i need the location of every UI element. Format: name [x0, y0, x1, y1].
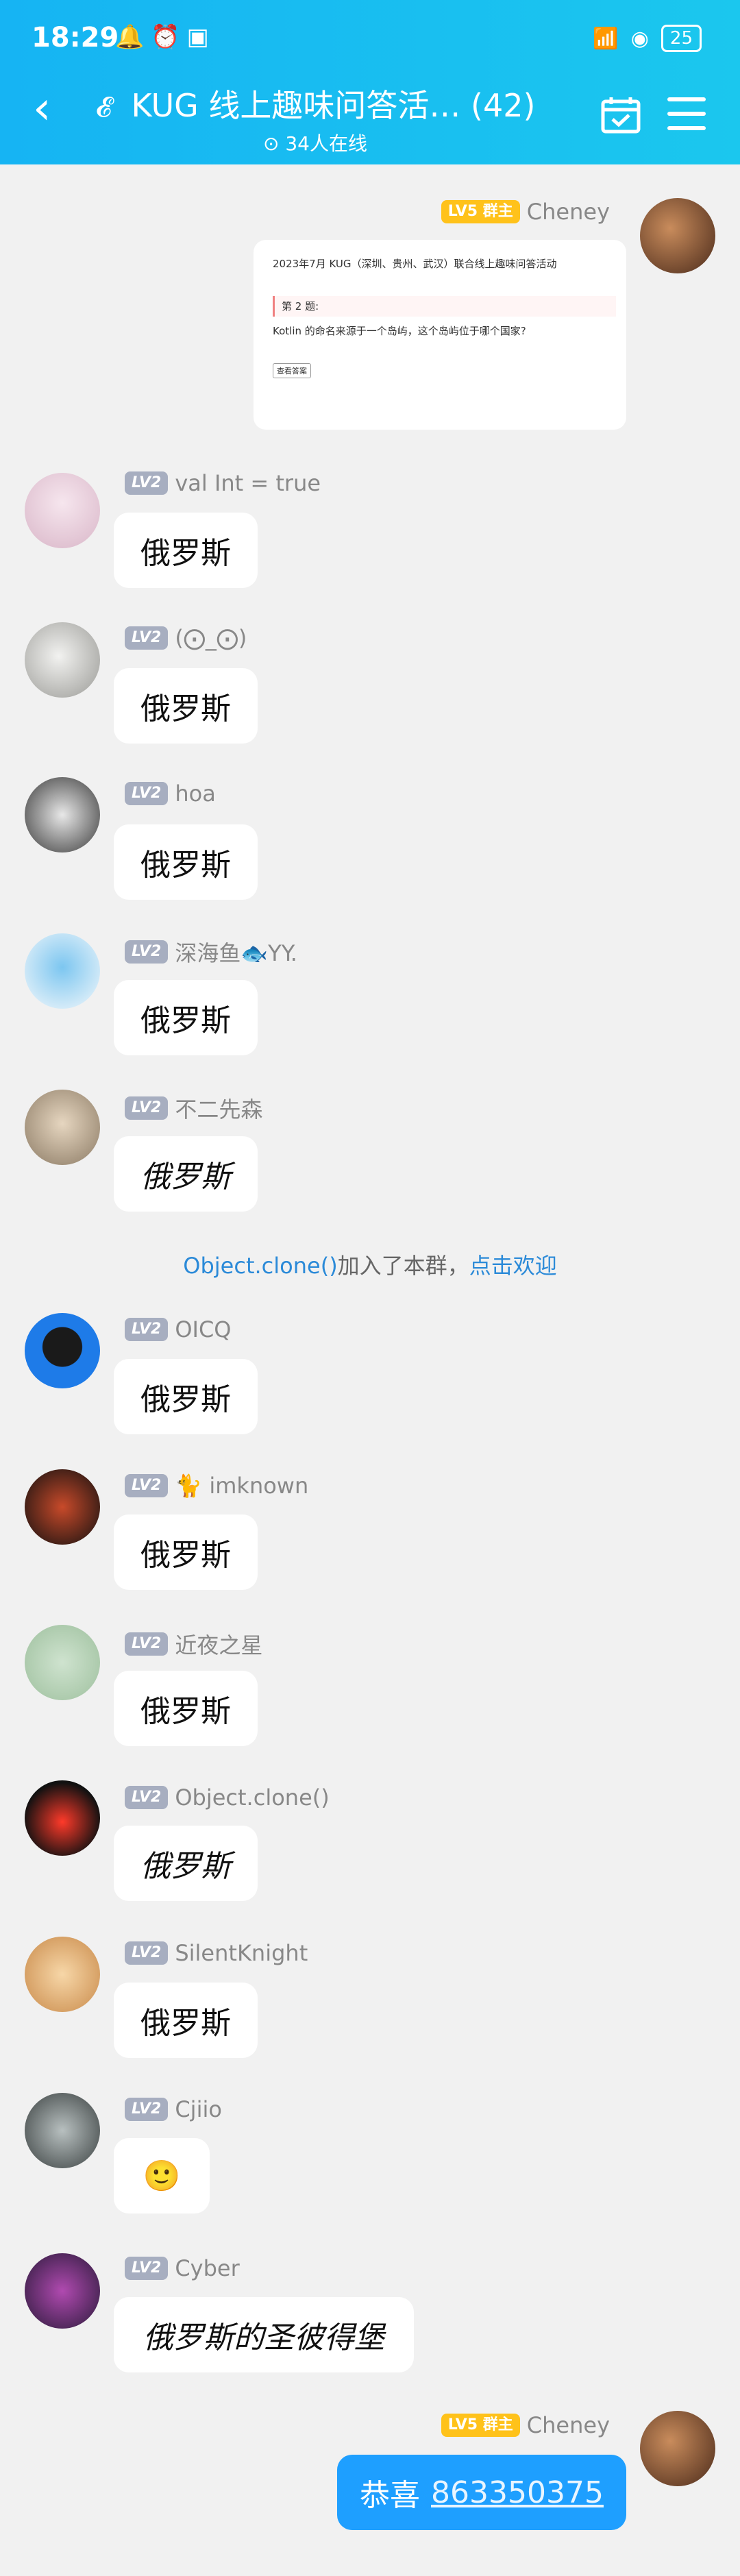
- sender-name: 深海鱼🐟YY.: [175, 940, 297, 966]
- sender-meta: LV2 Object.clone(): [125, 1784, 330, 1811]
- message-bubble[interactable]: 俄罗斯: [114, 1826, 258, 1901]
- sender-meta: LV2 不二先森: [125, 1092, 262, 1124]
- avatar[interactable]: [25, 1469, 100, 1545]
- message-bubble[interactable]: 俄罗斯: [114, 980, 258, 1055]
- level-badge: LV2: [125, 782, 169, 805]
- battery-indicator: 25: [661, 25, 702, 52]
- signal-icon: 📶: [593, 26, 619, 51]
- qq-number-link[interactable]: 863350375: [431, 2475, 604, 2510]
- wifi-icon: ◉: [630, 26, 649, 51]
- menu-line: [667, 126, 706, 130]
- menu-button[interactable]: [667, 97, 706, 133]
- card-answer-button[interactable]: 查看答案: [273, 363, 311, 378]
- avatar[interactable]: [25, 1780, 100, 1856]
- avatar[interactable]: [25, 2253, 100, 2329]
- calendar-check-icon: [601, 97, 641, 134]
- ear-icon: 𝓔: [96, 92, 112, 123]
- avatar[interactable]: [25, 473, 100, 548]
- level-badge: LV2: [125, 2257, 169, 2280]
- menu-line: [667, 97, 706, 101]
- sender-meta: LV5 群主 Cheney: [441, 2412, 610, 2438]
- level-badge: LV2: [125, 1632, 169, 1656]
- card-question-label: 第 2 题:: [273, 296, 616, 317]
- sender-name: OICQ: [175, 1316, 232, 1342]
- sender-name: val Int = true: [175, 470, 321, 496]
- shared-quiz-card[interactable]: 2023年7月 KUG（深圳、贵州、武汉）联合线上趣味问答活动 第 2 题: K…: [254, 240, 626, 430]
- avatar-cheney[interactable]: [640, 198, 715, 273]
- message-bubble[interactable]: 俄罗斯: [114, 1983, 258, 2058]
- sender-meta: LV2 OICQ: [125, 1316, 231, 1342]
- avatar[interactable]: [25, 1937, 100, 2012]
- level-badge: LV2: [125, 1318, 169, 1341]
- avatar-cheney[interactable]: [640, 2411, 715, 2486]
- online-count: ⊙ 34人在线: [262, 132, 367, 155]
- sender-name: Cheney: [526, 2412, 610, 2438]
- sender-meta: LV5 群主 Cheney: [441, 199, 610, 225]
- check-circle-icon: ⊙: [262, 132, 280, 155]
- avatar[interactable]: [25, 777, 100, 852]
- sender-meta: LV2 val Int = true: [125, 470, 321, 496]
- sender-name: Cheney: [526, 199, 610, 225]
- message-bubble[interactable]: 俄罗斯: [114, 1514, 258, 1590]
- level-badge: LV5 群主: [441, 2414, 520, 2437]
- avatar[interactable]: [25, 1090, 100, 1165]
- level-badge: LV2: [125, 1474, 169, 1497]
- level-badge: LV2: [125, 1096, 169, 1120]
- avatar[interactable]: [25, 2093, 100, 2168]
- sender-meta: LV2 近夜之星: [125, 1628, 262, 1660]
- message-bubble[interactable]: 俄罗斯: [114, 824, 258, 900]
- message-bubble[interactable]: 俄罗斯: [114, 1359, 258, 1434]
- level-badge: LV2: [125, 1941, 169, 1965]
- message-bubble[interactable]: 俄罗斯: [114, 668, 258, 744]
- sender-name: 近夜之星: [175, 1632, 263, 1658]
- sender-meta: LV2 Cjiio: [125, 2096, 222, 2122]
- sender-name: Cjiio: [175, 2096, 222, 2122]
- sender-meta: LV2 深海鱼🐟YY.: [125, 936, 297, 968]
- calendar-check-button[interactable]: [600, 96, 641, 134]
- sender-meta: LV2 Cyber: [125, 2255, 240, 2281]
- chat-header: 18:29 🔔⏰▣ 📶 ◉ 25 ‹ 𝓔 KUG 线上趣味问答活… (42) ⊙…: [0, 0, 740, 164]
- joined-user-link[interactable]: Object.clone(): [183, 1253, 337, 1279]
- level-badge: LV2: [125, 626, 169, 650]
- level-badge: LV2: [125, 940, 169, 964]
- chat-title-area[interactable]: 𝓔 KUG 线上趣味问答活… (42) ⊙ 34人在线: [96, 81, 536, 156]
- sender-name: 不二先森: [175, 1096, 263, 1123]
- level-badge: LV2: [125, 471, 169, 495]
- sender-name: Object.clone(): [175, 1784, 330, 1811]
- level-badge: LV5 群主: [441, 200, 520, 223]
- notification-icons: 🔔⏰▣: [115, 23, 216, 51]
- card-question-text: Kotlin 的命名来源于一个岛屿，这个岛屿位于哪个国家?: [273, 325, 526, 337]
- avatar[interactable]: [25, 1625, 100, 1700]
- status-time: 18:29: [32, 22, 119, 53]
- message-bubble[interactable]: 俄罗斯: [114, 1136, 258, 1212]
- sender-meta: LV2 🐈 imknown: [125, 1473, 308, 1499]
- message-bubble[interactable]: 俄罗斯: [114, 513, 258, 588]
- message-bubble[interactable]: 俄罗斯: [114, 1671, 258, 1746]
- system-status-icons: 📶 ◉ 25: [593, 25, 702, 52]
- sender-name: Cyber: [175, 2255, 240, 2281]
- avatar[interactable]: [25, 1313, 100, 1388]
- sender-meta: LV2 (⨀_⨀): [125, 625, 247, 651]
- sender-name: 🐈 imknown: [175, 1473, 309, 1499]
- menu-line: [667, 112, 706, 116]
- sender-meta: LV2 SilentKnight: [125, 1940, 308, 1966]
- sender-name: (⨀_⨀): [175, 625, 247, 651]
- avatar[interactable]: [25, 622, 100, 698]
- level-badge: LV2: [125, 2098, 169, 2121]
- sender-meta: LV2 hoa: [125, 781, 216, 807]
- avatar[interactable]: [25, 933, 100, 1009]
- group-title: KUG 线上趣味问答活… (42): [131, 87, 536, 124]
- card-title: 2023年7月 KUG（深圳、贵州、武汉）联合线上趣味问答活动: [273, 258, 557, 270]
- message-bubble[interactable]: 🙂: [114, 2138, 210, 2213]
- sender-name: hoa: [175, 781, 216, 807]
- back-button[interactable]: ‹: [33, 86, 74, 131]
- system-join-notice: Object.clone()加入了本群，点击欢迎: [183, 1253, 557, 1279]
- sender-name: SilentKnight: [175, 1940, 308, 1966]
- status-bar: 18:29 🔔⏰▣ 📶 ◉ 25: [0, 21, 740, 62]
- level-badge: LV2: [125, 1786, 169, 1809]
- message-bubble[interactable]: 俄罗斯的圣彼得堡: [114, 2297, 414, 2372]
- message-bubble-self[interactable]: 恭喜 863350375: [337, 2455, 626, 2530]
- message-text: 恭喜: [360, 2478, 421, 2513]
- welcome-link[interactable]: 点击欢迎: [469, 1253, 557, 1279]
